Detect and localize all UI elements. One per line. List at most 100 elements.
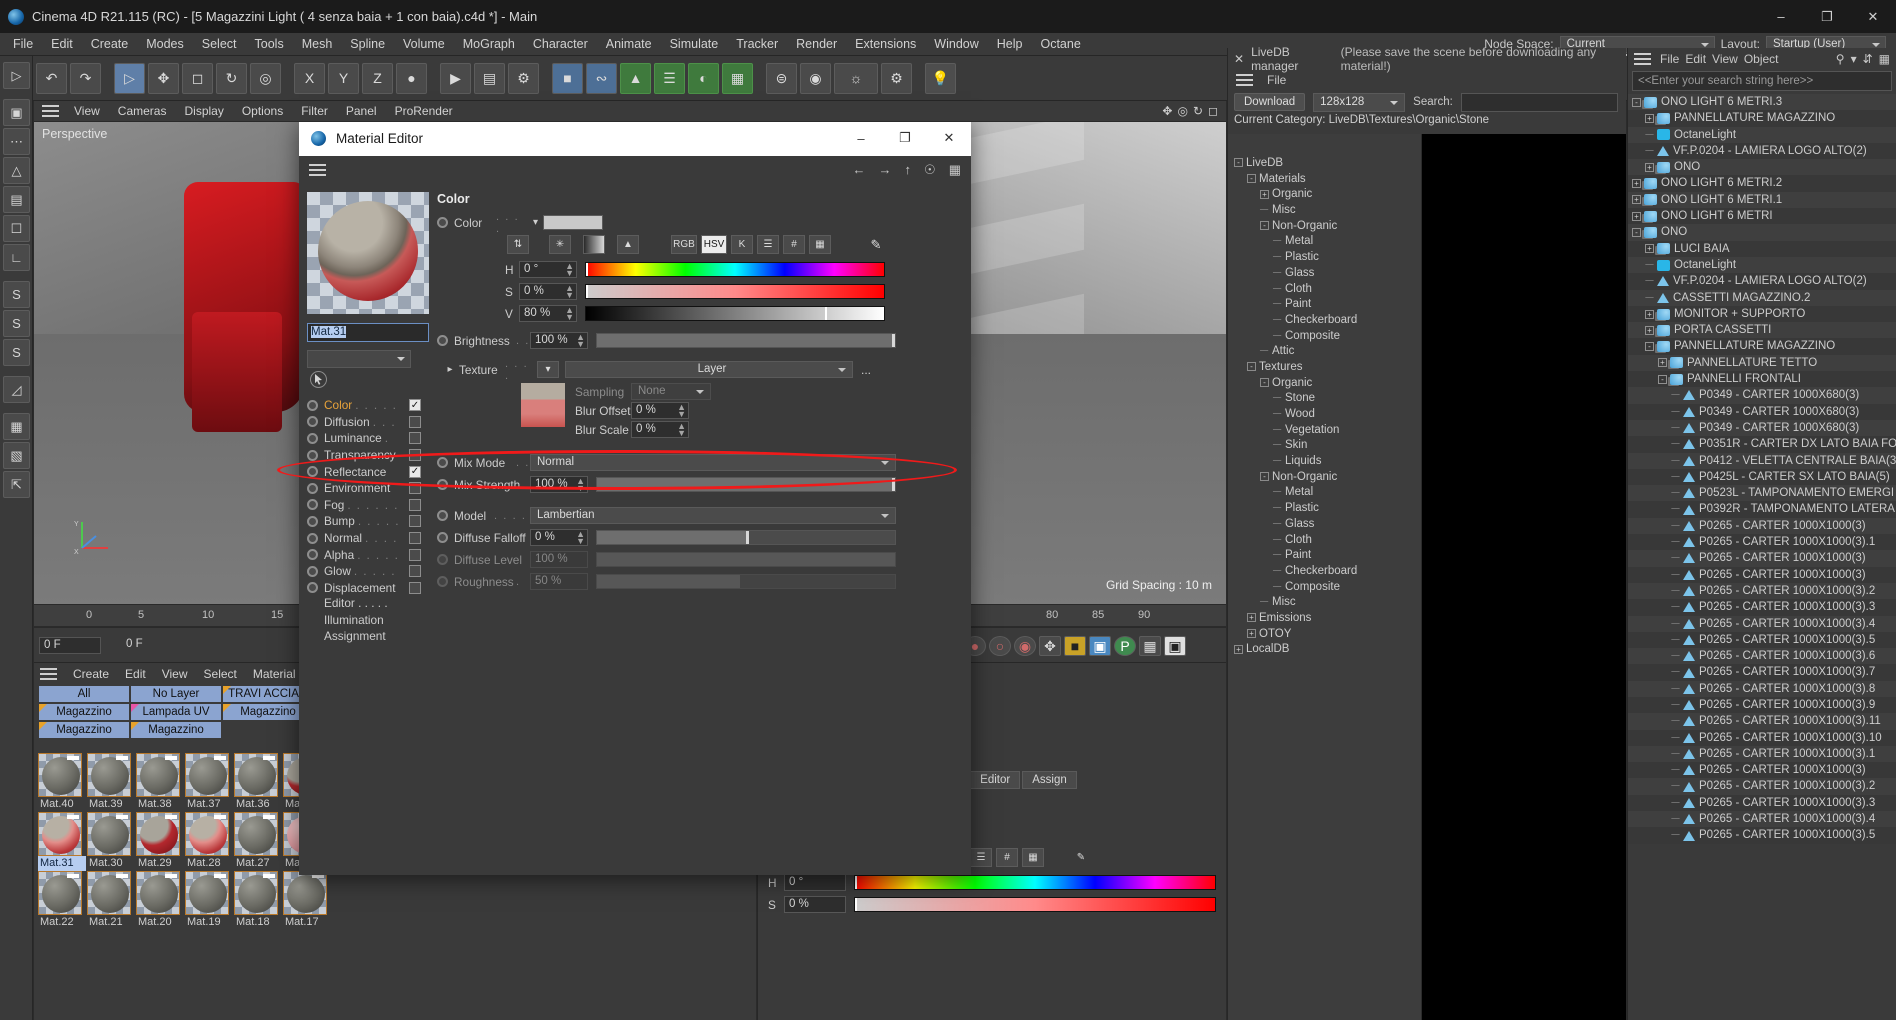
- y-axis-icon[interactable]: Y: [328, 62, 359, 94]
- viewport-menu-display[interactable]: Display: [175, 101, 232, 122]
- rgb-button[interactable]: RGB: [671, 235, 697, 254]
- object-manager[interactable]: File Edit View Object ⚲ ▾ ⇵ ▦ <<Enter yo…: [1627, 48, 1896, 1020]
- back-arrow-icon[interactable]: ←: [853, 162, 866, 178]
- close-icon[interactable]: ✕: [1234, 52, 1244, 66]
- layer-chip[interactable]: Magazzino: [38, 703, 130, 721]
- spinner-icon[interactable]: ▲ ▼: [576, 333, 585, 349]
- object-row[interactable]: + ONO LIGHT 6 METRI: [1628, 208, 1896, 225]
- livedb-tree-node[interactable]: ─ Glass: [1228, 517, 1421, 533]
- material-label[interactable]: Mat.21: [87, 915, 135, 930]
- measure-icon[interactable]: ⇱: [3, 471, 30, 498]
- channel-checkbox[interactable]: [409, 515, 421, 528]
- channel-checkbox[interactable]: [409, 432, 421, 445]
- material-label[interactable]: Mat.18: [234, 915, 282, 930]
- menu-mograph[interactable]: MoGraph: [454, 33, 524, 56]
- livedb-panel[interactable]: ✕ LiveDB manager (Please save the scene …: [1227, 45, 1626, 1020]
- hash-icon[interactable]: #: [996, 848, 1018, 867]
- object-row[interactable]: ─ P0265 - CARTER 1000X1000(3).4: [1628, 811, 1896, 828]
- keyframe-button[interactable]: ◉: [1014, 636, 1036, 656]
- mix-strength-radio[interactable]: [437, 479, 448, 490]
- object-row[interactable]: + ONO LIGHT 6 METRI.2: [1628, 175, 1896, 192]
- object-row[interactable]: ─ OctaneLight: [1628, 126, 1896, 143]
- object-row[interactable]: ─ P0265 - CARTER 1000X1000(3).5: [1628, 631, 1896, 649]
- tree-toggle-icon[interactable]: +: [1632, 195, 1641, 205]
- object-row[interactable]: ─ P0523L - TAMPONAMENTO EMERGI: [1628, 485, 1896, 502]
- object-row[interactable]: ─ CASSETTI MAGAZZINO.2: [1628, 289, 1896, 306]
- undo-icon[interactable]: ↶: [36, 62, 67, 94]
- material-thumbnail[interactable]: [87, 812, 131, 856]
- livedb-tree-node[interactable]: - Non-Organic: [1228, 219, 1421, 235]
- saturation-band[interactable]: [585, 284, 885, 299]
- s-field[interactable]: 0 % ▲ ▼: [519, 283, 577, 300]
- matmgr-menu-material[interactable]: Material: [245, 663, 304, 685]
- material-label[interactable]: Mat.31: [38, 856, 86, 871]
- tab-editor[interactable]: Editor: [970, 771, 1021, 789]
- end-frame-field[interactable]: 0 F: [122, 637, 184, 654]
- color-swatch[interactable]: [543, 215, 603, 230]
- s-field[interactable]: 0 %: [784, 896, 846, 913]
- cube-primitive-icon[interactable]: ■: [552, 62, 583, 94]
- menu-mesh[interactable]: Mesh: [293, 33, 342, 56]
- livedb-tree-node[interactable]: ─ Glass: [1228, 266, 1421, 282]
- grid-icon[interactable]: ▦: [3, 413, 30, 440]
- material-cell[interactable]: Mat.21: [87, 871, 135, 930]
- object-manager-menu-icon[interactable]: [1634, 50, 1651, 68]
- livedb-tree-node[interactable]: - LiveDB: [1228, 156, 1421, 172]
- sort-icon[interactable]: ⇵: [1863, 52, 1873, 66]
- object-row[interactable]: - PANNELLI FRONTALI: [1628, 371, 1896, 388]
- livedb-tree-node[interactable]: - Textures: [1228, 360, 1421, 376]
- spinner-icon[interactable]: ▲ ▼: [576, 530, 585, 546]
- material-editor-extra-row[interactable]: Editor . . . . .: [307, 596, 421, 613]
- object-row[interactable]: ─ P0349 - CARTER 1000X680(3): [1628, 387, 1896, 404]
- channel-checkbox[interactable]: [409, 449, 421, 462]
- tree-toggle-icon[interactable]: -: [1658, 374, 1667, 384]
- tab-assign[interactable]: Assign: [1022, 771, 1077, 789]
- layer-chip-nolayer[interactable]: No Layer: [130, 685, 222, 703]
- tree-toggle-icon[interactable]: -: [1247, 362, 1256, 372]
- menu-render[interactable]: Render: [787, 33, 846, 56]
- viewport-menu-prorender[interactable]: ProRender: [386, 101, 462, 122]
- material-thumbnail[interactable]: [185, 753, 229, 797]
- object-row[interactable]: ─ P0349 - CARTER 1000X680(3): [1628, 403, 1896, 420]
- viewport-menu-icon[interactable]: [42, 102, 59, 120]
- scale-icon[interactable]: ◻: [182, 62, 213, 94]
- mix-strength-slider[interactable]: [596, 477, 896, 492]
- attribute-s-row[interactable]: S 0 %: [768, 895, 1216, 914]
- saturation-marker[interactable]: [586, 285, 588, 298]
- tree-toggle-icon[interactable]: +: [1632, 211, 1641, 221]
- object-row[interactable]: ─ OctaneLight: [1628, 256, 1896, 274]
- livedb-tree-node[interactable]: ─ Paint: [1228, 548, 1421, 564]
- octane-icon[interactable]: ⚙: [881, 62, 912, 94]
- material-label[interactable]: Mat.22: [38, 915, 86, 930]
- material-thumbnail[interactable]: [136, 871, 180, 915]
- material-label[interactable]: Mat.38: [136, 797, 184, 812]
- material-cell[interactable]: Mat.28: [185, 812, 233, 871]
- polygon-mode-icon[interactable]: ▤: [3, 186, 30, 213]
- diffuse-falloff-radio[interactable]: [437, 532, 448, 543]
- rotation-key-icon[interactable]: ▣: [1089, 636, 1111, 656]
- viewport-menu-panel[interactable]: Panel: [337, 101, 386, 122]
- object-tree[interactable]: - ONO LIGHT 6 METRI.3 + PANNELLATURE MAGAZZ…: [1628, 94, 1896, 1020]
- live-selection-icon[interactable]: ▷: [3, 62, 30, 89]
- material-channel-list[interactable]: Color. . . . . ✓ Diffusion. . . Luminance. T…: [307, 397, 421, 596]
- grid-icon[interactable]: ▦: [949, 162, 961, 178]
- sampling-row[interactable]: Sampling None: [575, 383, 965, 400]
- viewport-menu-filter[interactable]: Filter: [292, 101, 337, 122]
- tree-toggle-icon[interactable]: -: [1645, 342, 1654, 352]
- channel-checkbox[interactable]: ✓: [409, 399, 421, 412]
- livedb-tree-node[interactable]: ─ Cloth: [1228, 282, 1421, 298]
- hsv-button[interactable]: HSV: [701, 235, 727, 254]
- material-cell[interactable]: Mat.17: [283, 871, 331, 930]
- pan-view-icon[interactable]: ✥: [1162, 104, 1172, 118]
- brightness-radio[interactable]: [437, 335, 448, 346]
- redo-icon[interactable]: ↷: [70, 62, 101, 94]
- material-label[interactable]: Mat.39: [87, 797, 135, 812]
- material-label[interactable]: Mat.36: [234, 797, 282, 812]
- material-selection-select[interactable]: [307, 350, 411, 368]
- model-radio[interactable]: [437, 510, 448, 521]
- channel-radio[interactable]: [307, 466, 318, 478]
- hue-marker[interactable]: [855, 876, 857, 889]
- tree-toggle-icon[interactable]: -: [1247, 174, 1256, 184]
- move-icon[interactable]: ✥: [148, 62, 179, 94]
- color-row[interactable]: Color . . . . ▾: [437, 211, 965, 235]
